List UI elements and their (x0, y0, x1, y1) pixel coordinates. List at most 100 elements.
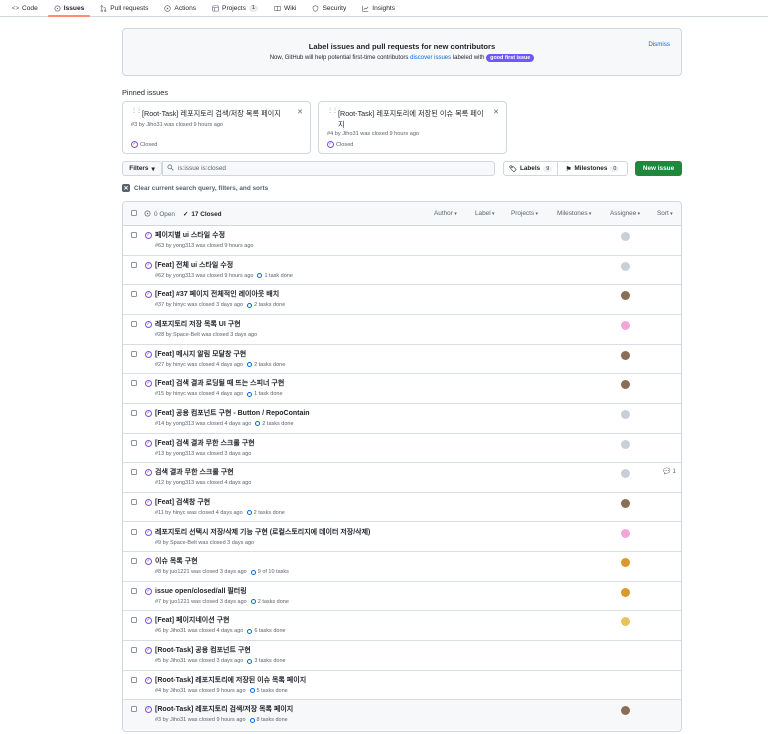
tab-pull-requests[interactable]: Pull requests (94, 0, 154, 16)
issue-title[interactable]: [Feat] 공용 컴포넌트 구현 - Button / RepoContain (155, 408, 310, 418)
issue-checkbox[interactable] (131, 439, 137, 446)
tab-wiki[interactable]: Wiki (268, 0, 302, 16)
discover-issues-link[interactable]: discover issues (410, 55, 451, 61)
pinned-card[interactable]: ⋮⋮ [Root-Task] 레포지토리에 저장된 이슈 목록 페이지 ✕ #4… (318, 101, 507, 154)
issue-row[interactable]: ✓ [Feat] 검색 결과 로딩될 때 뜨는 스피너 구현 #15 by hiny… (123, 374, 681, 404)
issue-checkbox[interactable] (131, 232, 137, 238)
issue-title[interactable]: 레포지토리 저장 목록 UI 구현 (155, 319, 241, 329)
closed-filter[interactable]: ✓ 17 Closed (183, 210, 222, 219)
issue-title[interactable]: 페이지별 ui 스타일 수정 (155, 230, 225, 240)
issue-checkbox[interactable] (131, 350, 137, 357)
author-dropdown[interactable]: Author (434, 210, 457, 217)
issue-title[interactable]: issue open/closed/all 필터링 (155, 586, 247, 596)
issue-title[interactable]: [Root-Task] 레포지토리 검색/저장 목록 페이지 (155, 704, 293, 714)
issue-row[interactable]: ✓ [Feat] 메시지 알림 모달창 구현 #27 by hinyc was cl… (123, 345, 681, 375)
tab-security[interactable]: Security (306, 0, 352, 16)
issue-row[interactable]: ✓ 검색 결과 무한 스크롤 구현 #12 by yong313 was close… (123, 463, 681, 493)
issue-checkbox[interactable] (131, 558, 137, 565)
dismiss-button[interactable]: Dismiss (648, 41, 670, 48)
issue-checkbox[interactable] (131, 498, 137, 505)
assignee-avatar[interactable] (621, 350, 630, 360)
issue-checkbox[interactable] (131, 320, 137, 327)
issue-checkbox[interactable] (131, 587, 137, 594)
issue-title[interactable]: [Feat] 전체 ui 스타일 수정 (155, 260, 233, 270)
assignee-avatar[interactable] (621, 558, 630, 568)
issue-row[interactable]: ✓ 레포지토리 저장 목록 UI 구현 #28 by Space-Belt was … (123, 315, 681, 345)
issue-title[interactable]: [Root-Task] 레포지토리에 저장된 이슈 목록 페이지 (155, 675, 306, 685)
issue-checkbox[interactable] (131, 469, 137, 476)
assignee-avatar[interactable] (621, 469, 630, 479)
issue-title[interactable]: 이슈 목록 구현 (155, 556, 198, 566)
issue-checkbox[interactable] (131, 617, 137, 624)
milestones-button[interactable]: ⚑ Milestones 0 (557, 161, 628, 176)
tab-code[interactable]: <> Code (6, 0, 44, 16)
issue-title[interactable]: [Root-Task] 공용 컴포넌트 구현 (155, 645, 251, 655)
assignee-avatar[interactable] (621, 498, 630, 508)
assignee-avatar[interactable] (621, 409, 630, 419)
issue-title[interactable]: [Feat] 페이지네이션 구현 (155, 615, 229, 625)
pinned-card-title[interactable]: [Root-Task] 레포지토리에 저장된 이슈 목록 페이지 (338, 108, 488, 130)
issue-checkbox[interactable] (131, 528, 137, 535)
select-all-checkbox[interactable] (131, 210, 137, 216)
drag-handle-icon[interactable]: ⋮⋮ (327, 108, 338, 116)
issue-row[interactable]: ✓ [Feat] 전체 ui 스타일 수정 #62 by yong313 was c… (123, 256, 681, 286)
assignee-avatar[interactable] (621, 439, 630, 449)
assignee-avatar[interactable] (621, 587, 630, 597)
issue-row[interactable]: ✓ [Feat] 페이지네이션 구현 #6 by Jiho31 was closed… (123, 611, 681, 642)
projects-dropdown[interactable]: Projects (511, 210, 538, 217)
issue-checkbox[interactable] (131, 291, 137, 298)
assignee-avatar[interactable] (621, 320, 630, 330)
issue-title[interactable]: [Feat] 메시지 알림 모달창 구현 (155, 349, 246, 359)
issue-row[interactable]: ✓ issue open/closed/all 필터링 #7 by juo1221 … (123, 582, 681, 612)
comments-link[interactable]: 💬 1 (663, 468, 676, 476)
filters-dropdown[interactable]: Filters ▾ (122, 161, 162, 176)
assignee-avatar[interactable] (621, 380, 630, 390)
tab-projects[interactable]: Projects 1 (206, 0, 264, 16)
issue-title[interactable]: [Feat] 검색 결과 로딩될 때 뜨는 스피너 구현 (155, 378, 284, 388)
assignee-avatar[interactable] (621, 261, 630, 271)
issue-checkbox[interactable] (131, 647, 137, 654)
unpin-icon[interactable]: ✕ (297, 108, 303, 116)
label-dropdown[interactable]: Label (475, 210, 495, 217)
issue-row[interactable]: ✓ [Feat] 검색 결과 무한 스크롤 구현 #13 by yong313 wa… (123, 434, 681, 464)
unpin-icon[interactable]: ✕ (493, 108, 499, 116)
assignee-avatar[interactable] (621, 617, 630, 627)
assignee-avatar[interactable] (621, 706, 630, 716)
issue-checkbox[interactable] (131, 676, 137, 683)
assignee-dropdown[interactable]: Assignee (610, 210, 640, 217)
assignee-avatar[interactable] (621, 528, 630, 538)
issue-row[interactable]: ✓ [Root-Task] 레포지토리에 저장된 이슈 목록 페이지 #4 by J… (123, 671, 681, 701)
labels-button[interactable]: 🏷 Labels 9 (503, 161, 558, 176)
issue-row[interactable]: ✓ [Feat] #37 페이지 전체적인 레이아웃 배치 #37 by hinyc… (123, 285, 681, 315)
sort-dropdown[interactable]: Sort (657, 210, 673, 217)
pinned-card[interactable]: ⋮⋮ [Root-Task] 레포지토리 검색/저장 목록 페이지 ✕ #3 b… (122, 101, 311, 154)
search-input[interactable]: is:issue is:closed (162, 161, 495, 176)
issue-row[interactable]: ✓ [Feat] 검색창 구현 #11 by hinyc was closed 4 … (123, 493, 681, 523)
open-filter[interactable]: 0 Open (144, 210, 175, 219)
new-issue-button[interactable]: New issue (635, 161, 682, 176)
issue-checkbox[interactable] (131, 261, 137, 268)
milestones-dropdown[interactable]: Milestones (557, 210, 591, 217)
pinned-card-title[interactable]: [Root-Task] 레포지토리 검색/저장 목록 페이지 (142, 108, 292, 119)
issue-checkbox[interactable] (131, 706, 137, 713)
issue-checkbox[interactable] (131, 409, 137, 416)
drag-handle-icon[interactable]: ⋮⋮ (131, 108, 142, 116)
good-first-issue-label[interactable]: good first issue (486, 54, 535, 62)
issue-title[interactable]: [Feat] 검색창 구현 (155, 497, 210, 507)
issue-row[interactable]: ✓ [Root-Task] 공용 컴포넌트 구현 #5 by Jiho31 was … (123, 641, 681, 671)
issue-title[interactable]: [Feat] 검색 결과 무한 스크롤 구현 (155, 438, 255, 448)
issue-row[interactable]: ✓ 레포지토리 선택시 저장/삭제 기능 구현 (로컬스토리지에 데이터 저장/삭… (123, 523, 681, 553)
tab-insights[interactable]: Insights (356, 0, 401, 16)
issue-checkbox[interactable] (131, 380, 137, 387)
clear-query-button[interactable]: ✕ Clear current search query, filters, a… (122, 184, 268, 192)
issue-title[interactable]: [Feat] #37 페이지 전체적인 레이아웃 배치 (155, 289, 279, 299)
issue-title[interactable]: 검색 결과 무한 스크롤 구현 (155, 467, 234, 477)
issue-row[interactable]: ✓ [Root-Task] 레포지토리 검색/저장 목록 페이지 #3 by Jih… (123, 700, 681, 731)
tab-issues[interactable]: Issues (47, 0, 91, 17)
assignee-avatar[interactable] (621, 232, 630, 241)
assignee-avatar[interactable] (621, 291, 630, 301)
issue-row[interactable]: ✓ 이슈 목록 구현 #8 by juo1221 was closed 3 days… (123, 552, 681, 582)
issue-row[interactable]: ✓ [Feat] 공용 컴포넌트 구현 - Button / RepoContai… (123, 404, 681, 434)
issue-title[interactable]: 레포지토리 선택시 저장/삭제 기능 구현 (로컬스토리지에 데이터 저장/삭제… (155, 527, 370, 537)
tab-actions[interactable]: Actions (158, 0, 202, 16)
